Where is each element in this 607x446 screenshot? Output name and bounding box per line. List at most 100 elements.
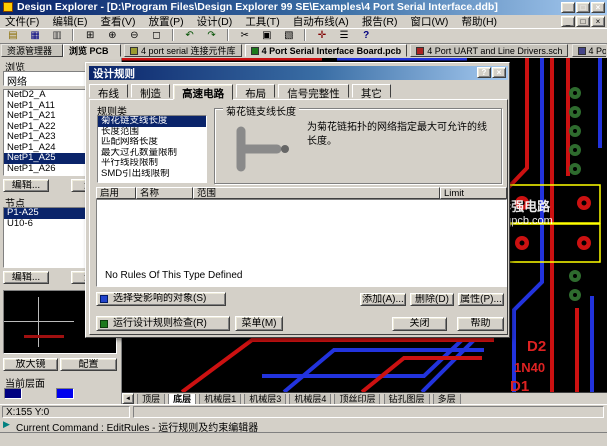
rule-class-item[interactable]: 最大过孔数量限制 [98,148,206,159]
crosshair-icon[interactable]: ✛ [313,29,331,42]
tab-manufacturing[interactable]: 制造 [131,84,170,98]
menu-place[interactable]: 放置(P) [144,15,189,29]
mdi-minimize-button[interactable]: _ [561,16,575,27]
magnifier-crosshair-h [4,321,74,322]
doc-tab-library[interactable]: 4 port serial 连接元件库 [124,44,242,57]
dialog-help-icon[interactable]: ? [477,67,491,78]
net-edit-button[interactable]: 编辑... [3,179,49,192]
dialog-close-icon[interactable]: × [492,67,506,78]
bottom-panel-strip [0,432,607,446]
magnifier-trace [24,335,64,338]
configuration-button[interactable]: 配置 [60,358,117,371]
cut-icon[interactable]: ✂ [236,29,254,42]
dialog-titlebar: 设计规则 ? × [89,66,508,80]
layer-color-swatch-blue[interactable] [56,388,74,399]
menu-file[interactable]: 文件(F) [0,15,44,29]
dialog-help-button[interactable]: 帮助 [457,317,504,331]
tab-browse-pcb-label: 浏览 PCB [69,44,109,57]
rule-class-item[interactable]: 平行线段限制 [98,158,206,169]
pcb-doc-icon [251,47,259,55]
zoom-out-icon[interactable]: ⊖ [125,29,143,42]
layer-tab-top[interactable]: 顶层 [137,394,165,404]
redo-icon[interactable]: ↷ [203,29,221,42]
layer-tab-mech1[interactable]: 机械层1 [199,394,241,404]
mdi-restore-button[interactable]: □ [576,16,590,27]
paste-icon[interactable]: ▧ [280,29,298,42]
delete-rule-button[interactable]: 删除(D) [410,293,454,306]
dialog-tab-page: 规则类 菊花链支线长度 长度范围 匹配网络长度 最大过孔数量限制 平行线段限制 … [89,99,508,335]
minimize-button[interactable]: _ [561,2,575,13]
layer-tab-mech4[interactable]: 机械层4 [289,394,331,404]
tab-high-speed[interactable]: 高速电路 [173,84,233,100]
menu-design[interactable]: 设计(D) [192,15,238,29]
select-affected-objects-button[interactable]: 选择受影响的对象(S) [96,292,226,306]
magnifier-button[interactable]: 放大镜 [3,358,58,371]
maximize-button[interactable]: □ [576,2,590,13]
node-edit-button[interactable]: 编辑... [3,271,49,284]
rule-class-item[interactable]: SMD引出线限制 [98,169,206,180]
zoom-window-icon[interactable]: ⊞ [81,29,99,42]
doc-tab-library-label: 4 port serial 连接元件库 [141,44,236,57]
rule-class-item[interactable]: 长度范围 [98,127,206,138]
menu-autoroute[interactable]: 自动布线(A) [288,15,354,29]
design-explorer-window: Design Explorer - [D:\Program Files\Desi… [0,0,607,446]
save-icon[interactable]: ▦ [26,29,44,42]
run-drc-button[interactable]: 运行设计规则检查(R) [96,316,230,331]
tab-placement[interactable]: 布局 [236,84,275,98]
menu-reports[interactable]: 报告(R) [357,15,403,29]
rules-table-body[interactable]: No Rules Of This Type Defined [96,199,507,287]
column-scope[interactable]: 范围 [193,187,440,199]
add-rule-button[interactable]: 添加(A)... [360,293,406,306]
layer-tab-bottom[interactable]: 底层 [168,394,196,404]
browse-icon[interactable]: ☰ [335,29,353,42]
menu-window[interactable]: 窗口(W) [406,15,454,29]
layer-tab-top-overlay[interactable]: 顶丝印层 [334,394,380,404]
library-doc-icon [130,47,138,55]
layer-color-swatch-navy[interactable] [4,388,22,399]
silkscreen-d2: D2 [527,338,546,355]
undo-icon[interactable]: ↶ [181,29,199,42]
doc-tab-sch-label: 4 Port UART and Line Drivers.sch [427,46,562,56]
tab-signal-integrity[interactable]: 信号完整性 [278,84,349,98]
rule-class-item[interactable]: 匹配网络长度 [98,137,206,148]
rule-description-text: 为菊花链拓扑的网络指定最大可允许的线长度。 [307,121,495,149]
close-button[interactable]: × [591,2,605,13]
dialog-title: 设计规则 [89,66,135,81]
tab-routing[interactable]: 布线 [89,84,128,98]
app-icon [3,2,13,12]
tab-other[interactable]: 其它 [352,84,391,98]
rule-properties-button[interactable]: 属性(P)... [458,293,504,306]
command-bar: ▶ Current Command : EditRules - 运行规则及约束编… [0,418,607,432]
doc-tab-prj[interactable]: 4 Port Serial Interface.prj [572,44,607,57]
menu-edit[interactable]: 编辑(E) [47,15,92,29]
doc-tab-pcb[interactable]: 4 Port Serial Interface Board.pcb [245,44,408,57]
column-enabled[interactable]: 启用 [96,187,136,199]
layer-tab-drill[interactable]: 钻孔图层 [384,394,430,404]
copy-icon[interactable]: ▣ [258,29,276,42]
help-icon[interactable]: ? [357,29,375,42]
zoom-all-icon[interactable]: ◻ [147,29,165,42]
column-name[interactable]: 名称 [136,187,193,199]
column-limit[interactable]: Limit [440,187,507,199]
status-bar: X:155 Y:0 [0,404,607,418]
rule-class-item-selected[interactable]: 菊花链支线长度 [98,116,206,127]
dialog-menu-button[interactable]: 菜单(M) [235,316,283,331]
zoom-in-icon[interactable]: ⊕ [103,29,121,42]
no-rules-message: No Rules Of This Type Defined [105,270,242,281]
print-icon[interactable]: ▥ [48,29,66,42]
tab-browse-pcb[interactable]: 浏览 PCB [63,44,121,57]
menu-help[interactable]: 帮助(H) [456,15,502,29]
rule-class-list[interactable]: 菊花链支线长度 长度范围 匹配网络长度 最大过孔数量限制 平行线段限制 SMD引… [97,115,207,183]
layer-tab-multilayer[interactable]: 多层 [433,394,461,404]
dialog-close-button[interactable]: 关闭 [392,317,447,331]
mdi-close-button[interactable]: × [591,16,605,27]
layer-tab-scroll-left-icon[interactable]: ◄ [122,393,134,404]
toolbar-separator [72,29,74,41]
tab-explorer[interactable]: 资源管理器 [1,44,63,57]
toolbar-separator [227,29,229,41]
menu-tools[interactable]: 工具(T) [240,15,284,29]
doc-tab-sch[interactable]: 4 Port UART and Line Drivers.sch [410,44,568,57]
layer-tab-mech3[interactable]: 机械层3 [244,394,286,404]
menu-view[interactable]: 查看(V) [96,15,141,29]
open-icon[interactable]: ▤ [4,29,22,42]
